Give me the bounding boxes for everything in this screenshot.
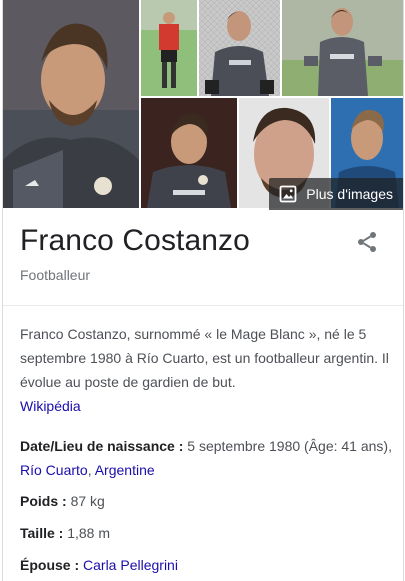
photo-3[interactable] <box>199 0 280 96</box>
more-images-button[interactable]: Plus d'images <box>269 178 403 210</box>
fact-spouse-label: Épouse : <box>20 557 80 573</box>
fact-height-value: 1,88 m <box>67 525 111 541</box>
fact-birth-label: Date/Lieu de naissance : <box>20 438 184 454</box>
photo-5[interactable] <box>141 98 237 208</box>
birth-city-link[interactable]: Río Cuarto <box>20 462 88 478</box>
image-icon <box>279 185 297 203</box>
main-photo[interactable] <box>3 0 139 208</box>
entity-subtitle: Footballeur <box>20 267 91 283</box>
birth-place-sep: , <box>87 462 92 478</box>
fact-weight-value: 87 kg <box>70 493 105 509</box>
fact-height-label: Taille : <box>20 525 64 541</box>
fact-weight: Poids : 87 kg <box>20 489 392 513</box>
entity-title: Franco Costanzo <box>20 224 250 257</box>
birth-country-link[interactable]: Argentine <box>95 462 155 478</box>
entity-header: Franco Costanzo Footballeur <box>3 210 403 306</box>
description-text: Franco Costanzo, surnommé « le Mage Blan… <box>20 326 389 390</box>
share-icon[interactable] <box>355 230 379 254</box>
fact-birth: Date/Lieu de naissance : 5 septembre 198… <box>20 434 392 482</box>
image-gallery: Plus d'images <box>3 0 403 210</box>
photo-4[interactable] <box>282 0 403 96</box>
fact-birth-value: 5 septembre 1980 (Âge: 41 ans), <box>187 438 392 454</box>
fact-spouse: Épouse : Carla Pellegrini <box>20 553 392 577</box>
photo-2[interactable] <box>141 0 197 96</box>
fact-weight-label: Poids : <box>20 493 67 509</box>
more-images-label: Plus d'images <box>306 186 393 202</box>
knowledge-panel: Plus d'images Franco Costanzo Footballeu… <box>2 0 404 581</box>
spouse-link[interactable]: Carla Pellegrini <box>83 557 178 573</box>
entity-description: Franco Costanzo, surnommé « le Mage Blan… <box>20 322 392 418</box>
wikipedia-link[interactable]: Wikipédia <box>20 398 81 414</box>
fact-height: Taille : 1,88 m <box>20 521 392 545</box>
